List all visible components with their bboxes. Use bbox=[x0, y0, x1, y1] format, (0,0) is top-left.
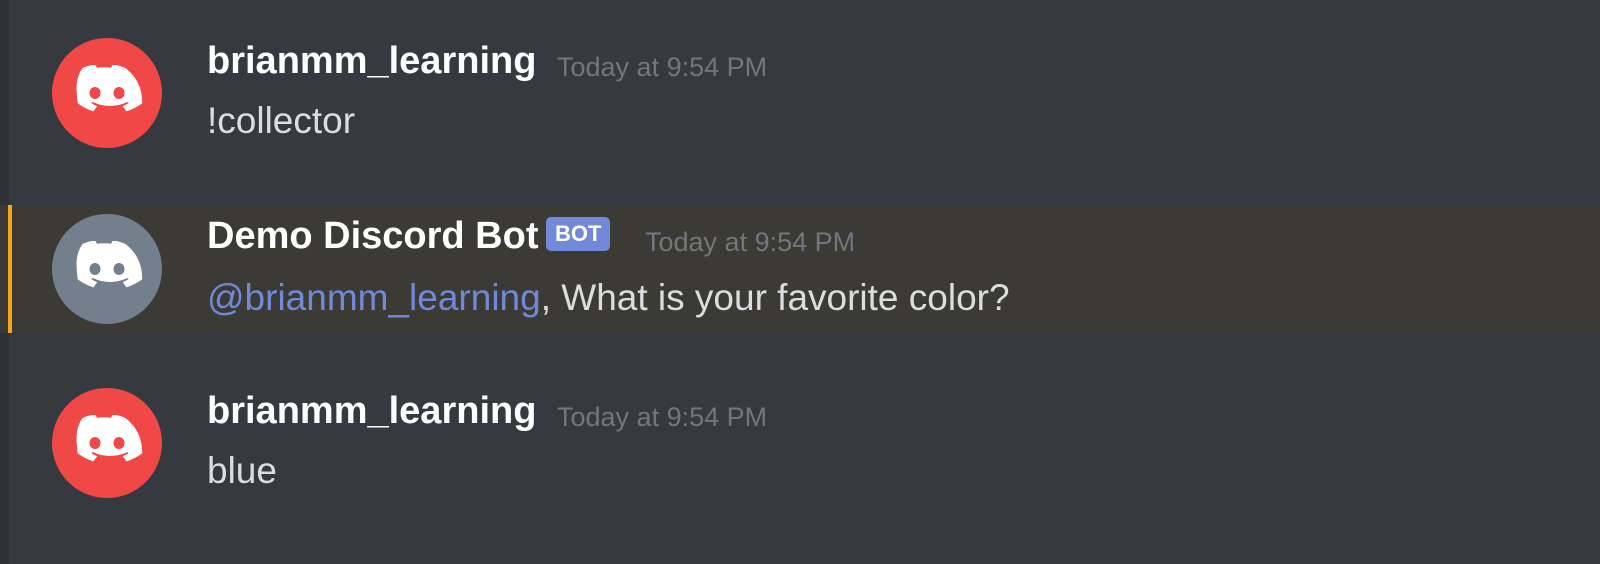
mention-highlight-bar bbox=[8, 205, 12, 333]
discord-logo-icon bbox=[76, 65, 143, 112]
message-username[interactable]: brianmm_learning bbox=[207, 390, 536, 433]
message-content: @brianmm_learning, What is your favorite… bbox=[207, 277, 1010, 319]
message-content: blue bbox=[207, 450, 277, 491]
message-timestamp: Today at 9:54 PM bbox=[645, 227, 856, 257]
bot-avatar[interactable] bbox=[52, 214, 162, 324]
message-item: brianmm_learning Today at 9:54 PM blue bbox=[0, 350, 1600, 564]
message-username[interactable]: Demo Discord Bot bbox=[207, 215, 538, 258]
message-text: , What is your favorite color? bbox=[540, 277, 1010, 318]
user-mention-link[interactable]: @brianmm_learning bbox=[207, 277, 541, 318]
message-content: !collector bbox=[207, 100, 356, 141]
chat-message-list: brianmm_learning Today at 9:54 PM !colle… bbox=[0, 0, 1600, 564]
user-avatar[interactable] bbox=[52, 38, 162, 148]
bot-tag-badge: BOT bbox=[546, 217, 611, 251]
message-item-highlighted: Demo Discord Bot BOT Today at 9:54 PM @b… bbox=[0, 205, 1600, 333]
message-item: brianmm_learning Today at 9:54 PM !colle… bbox=[0, 0, 1600, 190]
user-avatar[interactable] bbox=[52, 388, 162, 498]
discord-logo-icon bbox=[76, 415, 143, 462]
message-username[interactable]: brianmm_learning bbox=[207, 40, 536, 83]
message-timestamp: Today at 9:54 PM bbox=[557, 402, 768, 432]
discord-logo-icon bbox=[76, 241, 143, 288]
message-timestamp: Today at 9:54 PM bbox=[557, 52, 768, 82]
